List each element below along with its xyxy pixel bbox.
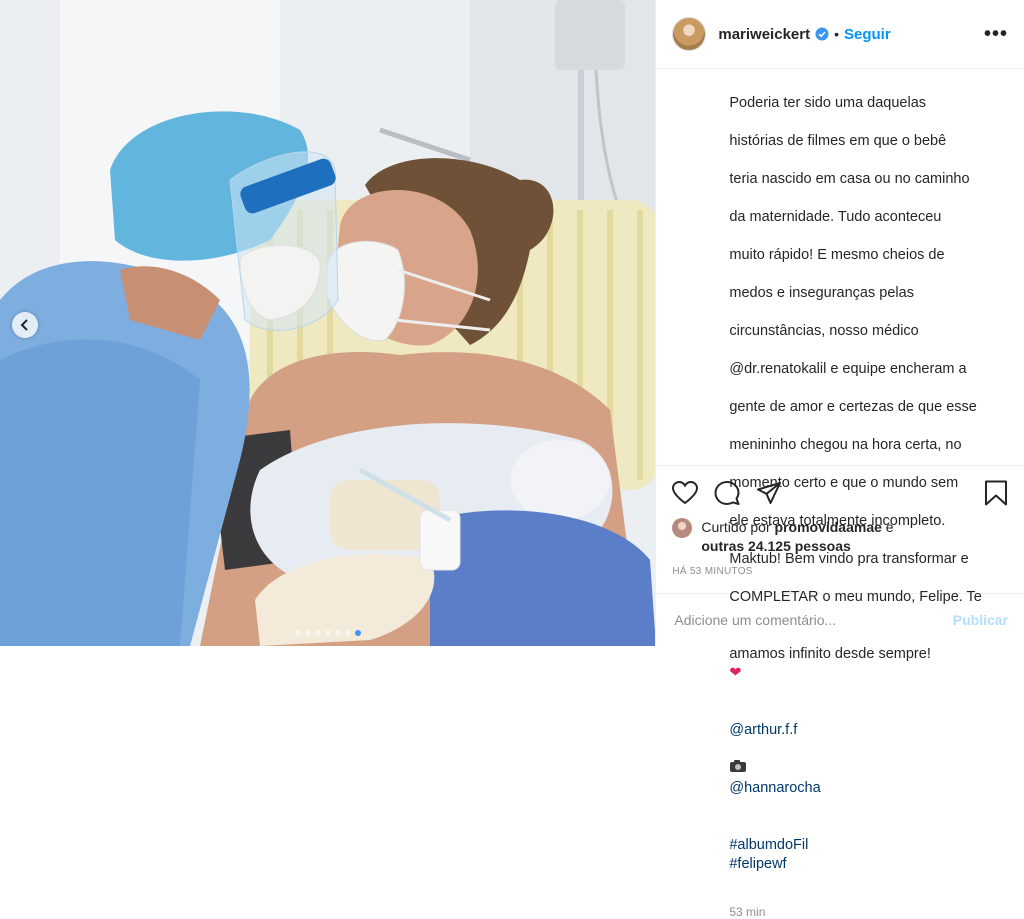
caption-line: circunstâncias, nosso médico	[729, 323, 919, 340]
caption-line: amamos infinito desde sempre!	[729, 646, 931, 663]
instagram-post: mariweickert • Seguir ••• Poderia ter si…	[0, 0, 1024, 919]
caption-line: ele estava totalmente incompleto.	[729, 513, 946, 530]
hashtag-link[interactable]: #albumdoFil	[729, 837, 808, 853]
chevron-left-icon	[20, 319, 28, 331]
mention-photographer-2[interactable]: @hannarocha	[729, 780, 820, 796]
carousel-dots	[0, 630, 655, 636]
previous-slide-button[interactable]	[12, 312, 38, 338]
carousel-dot	[304, 630, 311, 636]
heart-emoji: ❤	[729, 665, 742, 682]
caption-line: Poderia ter sido uma daquelas	[729, 95, 927, 112]
caption-line: muito rápido! E mesmo cheios de	[729, 247, 945, 264]
caption-line: histórias de filmes em que o bebê	[729, 133, 947, 150]
caption-time-ago: 53 min	[729, 905, 766, 919]
carousel-dot	[344, 630, 351, 636]
post-header: mariweickert • Seguir •••	[656, 0, 1024, 70]
post-photo[interactable]	[0, 0, 656, 646]
carousel-dot	[324, 630, 331, 636]
caption-line: gente de amor e certezas de que esse	[729, 399, 977, 416]
heart-icon	[672, 481, 699, 505]
caption-line-last: amamos infinito desde sempre! ❤	[729, 626, 1008, 683]
caption-line: da maternidade. Tudo aconteceu	[729, 209, 942, 226]
hashtag-link[interactable]: #felipewf	[729, 856, 786, 872]
caption-hashtags: #albumdoFil #felipewf	[729, 817, 1008, 874]
header-separator: •	[834, 26, 839, 43]
post-caption: Poderia ter sido uma daquelas histórias …	[729, 75, 1008, 893]
hospital-photo-illustration	[0, 0, 656, 646]
verified-badge-icon	[815, 27, 829, 41]
carousel-dot	[314, 630, 321, 636]
liker-avatar[interactable]	[672, 518, 693, 539]
caption-credits: @arthur.f.f @hannarocha	[729, 702, 1008, 798]
author-username[interactable]: mariweickert	[718, 26, 810, 43]
caption-line: COMPLETAR o meu mundo, Felipe. Te	[729, 589, 982, 606]
carousel-dot	[294, 630, 301, 636]
caption-line: @dr.renatokalil e equipe encheram a	[729, 361, 967, 378]
mention-photographer-1[interactable]: @arthur.f.f	[729, 722, 797, 738]
caption-line: menininho chegou na hora certa, no	[729, 437, 962, 454]
caption-line: momento certo e que o mundo sem	[729, 475, 959, 492]
caption-line: Maktub! Bem vindo pra transformar e	[729, 551, 969, 568]
carousel-dot	[334, 630, 341, 636]
more-options-icon[interactable]: •••	[984, 23, 1008, 46]
camera-emoji-icon	[729, 740, 747, 779]
author-avatar[interactable]	[672, 17, 707, 52]
caption-line: medos e inseguranças pelas	[729, 285, 914, 302]
post-side-panel: mariweickert • Seguir ••• Poderia ter si…	[655, 0, 1024, 919]
like-button[interactable]	[672, 481, 699, 505]
carousel-dot-active	[354, 630, 361, 636]
caption-line: teria nascido em casa ou no caminho	[729, 171, 970, 188]
follow-button[interactable]: Seguir	[844, 26, 891, 43]
caption-area: Poderia ter sido uma daquelas histórias …	[656, 69, 1024, 919]
